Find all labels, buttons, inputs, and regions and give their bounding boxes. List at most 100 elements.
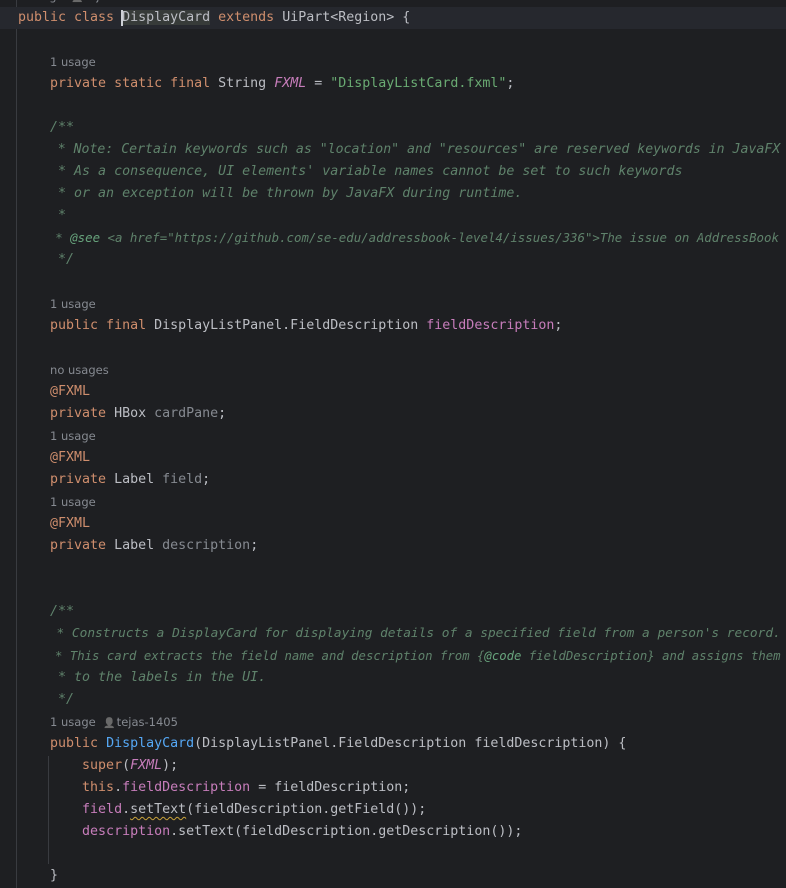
code-token: fieldDescription} and assigns them — [521, 649, 781, 663]
code-line[interactable]: public final DisplayListPanel.FieldDescr… — [0, 315, 562, 337]
code-token: fieldDescription — [122, 780, 251, 795]
code-line[interactable]: description.setText(fieldDescription.get… — [0, 821, 522, 843]
code-line[interactable]: } — [0, 865, 58, 887]
code-line[interactable]: * This card extracts the field name and … — [0, 645, 781, 667]
code-token: DisplayCard — [122, 10, 211, 25]
code-token: description — [18, 824, 171, 839]
code-token: } — [18, 868, 59, 883]
code-token: private — [18, 406, 115, 421]
code-line[interactable] — [0, 843, 18, 865]
code-token: ; — [250, 538, 259, 553]
code-line[interactable]: * Note: Certain keywords such as "locati… — [0, 139, 781, 161]
code-line[interactable]: 1 usage — [0, 491, 96, 513]
code-line[interactable]: private HBox cardPane; — [0, 403, 226, 425]
code-token: @code — [484, 649, 522, 663]
code-token: <a href="https://github.com/se-edu/addre… — [100, 230, 779, 245]
code-token: .setText(fieldDescription.getDescription… — [170, 824, 523, 839]
code-line[interactable] — [0, 271, 18, 293]
code-line[interactable]: 1 usage 👤 tejas-1405 — [0, 0, 146, 7]
indent-guide — [48, 756, 49, 864]
code-token: * or an exception will be thrown by Java… — [18, 186, 523, 201]
code-line[interactable]: */ — [0, 689, 74, 711]
code-line[interactable]: @FXML — [0, 381, 90, 403]
code-token: (DisplayListPanel.FieldDescription field… — [194, 736, 627, 751]
code-line[interactable]: * to the labels in the UI. — [0, 667, 266, 689]
code-line[interactable]: */ — [0, 249, 74, 271]
code-token: /** — [18, 120, 75, 135]
code-token: * to the labels in the UI. — [18, 670, 267, 685]
code-line[interactable] — [0, 337, 18, 359]
code-token: (fieldDescription.getField()); — [186, 802, 427, 817]
code-line[interactable]: 1 usage — [0, 425, 96, 447]
code-token: field — [18, 802, 123, 817]
code-editor[interactable]: 1 usage 👤 tejas-1405 public class Display… — [0, 0, 786, 887]
code-line[interactable]: * — [0, 205, 66, 227]
code-token: ; — [202, 472, 211, 487]
code-token: fieldDescription — [426, 318, 555, 333]
code-line[interactable] — [0, 579, 18, 601]
code-line[interactable]: * or an exception will be thrown by Java… — [0, 183, 522, 205]
inlay-hint[interactable]: 1 usage 👤 tejas-1405 — [50, 715, 178, 729]
code-line[interactable]: public DisplayCard(DisplayListPanel.Fiel… — [0, 733, 626, 755]
code-line[interactable]: private Label field; — [0, 469, 210, 491]
inlay-hint[interactable]: 1 usage — [50, 429, 96, 443]
code-line[interactable]: * As a consequence, UI elements' variabl… — [0, 161, 682, 183]
code-token: @FXML — [18, 384, 91, 399]
code-token: Label — [114, 538, 163, 553]
code-token: "DisplayListCard.fxml" — [330, 76, 507, 91]
code-token: private — [18, 472, 115, 487]
code-line[interactable] — [0, 95, 18, 117]
code-token: ; — [506, 76, 515, 91]
code-line[interactable]: @FXML — [0, 513, 90, 535]
inlay-hint[interactable]: 1 usage 👤 tejas-1405 — [18, 0, 146, 3]
code-line[interactable] — [0, 29, 18, 51]
code-token: . — [114, 780, 123, 795]
code-line[interactable]: this.fieldDescription = fieldDescription… — [0, 777, 410, 799]
code-line[interactable]: private static final String FXML = "Disp… — [0, 73, 514, 95]
code-token: UiPart<Region> { — [282, 10, 411, 25]
code-line[interactable]: * @see <a href="https://github.com/se-ed… — [0, 227, 779, 249]
code-token: = — [306, 76, 331, 91]
code-token: super — [18, 758, 123, 773]
code-line[interactable]: 1 usage — [0, 293, 96, 315]
code-line[interactable]: /** — [0, 117, 74, 139]
code-line[interactable]: @FXML — [0, 447, 90, 469]
code-token: * Note: Certain keywords such as "locati… — [18, 142, 781, 157]
code-token: . — [122, 802, 131, 817]
code-token: * — [18, 230, 71, 245]
code-token: public final — [18, 318, 155, 333]
code-token: HBox — [114, 406, 155, 421]
code-token: Label — [114, 472, 163, 487]
code-line[interactable]: super(FXML); — [0, 755, 178, 777]
inlay-hint[interactable]: 1 usage — [50, 55, 96, 69]
code-token: * As a consequence, UI elements' variabl… — [18, 164, 683, 179]
inlay-hint[interactable]: 1 usage — [50, 297, 96, 311]
code-line[interactable]: 1 usage — [0, 51, 96, 73]
code-token: * Constructs a DisplayCard for displayin… — [18, 626, 781, 641]
code-line[interactable]: private Label description; — [0, 535, 258, 557]
code-line[interactable] — [0, 557, 18, 579]
user-icon: 👤 — [103, 718, 116, 729]
code-token: this — [18, 780, 115, 795]
code-token: cardPane — [154, 406, 219, 421]
inlay-hint[interactable]: 1 usage — [50, 495, 96, 509]
code-line[interactable]: /** — [0, 601, 74, 623]
code-token: */ — [18, 252, 75, 267]
code-token: public — [18, 736, 107, 751]
code-line-current[interactable]: public class DisplayCard extends UiPart<… — [0, 7, 786, 29]
code-token: FXML — [130, 758, 163, 773]
code-line[interactable]: field.setText(fieldDescription.getField(… — [0, 799, 426, 821]
code-line[interactable]: no usages — [0, 359, 109, 381]
code-token: DisplayListPanel.FieldDescription — [154, 318, 427, 333]
code-token: * — [18, 208, 67, 223]
inlay-hint[interactable]: no usages — [50, 363, 109, 377]
code-line[interactable]: * Constructs a DisplayCard for displayin… — [0, 623, 781, 645]
code-line[interactable]: 1 usage 👤 tejas-1405 — [0, 711, 178, 733]
code-token: @FXML — [18, 450, 91, 465]
